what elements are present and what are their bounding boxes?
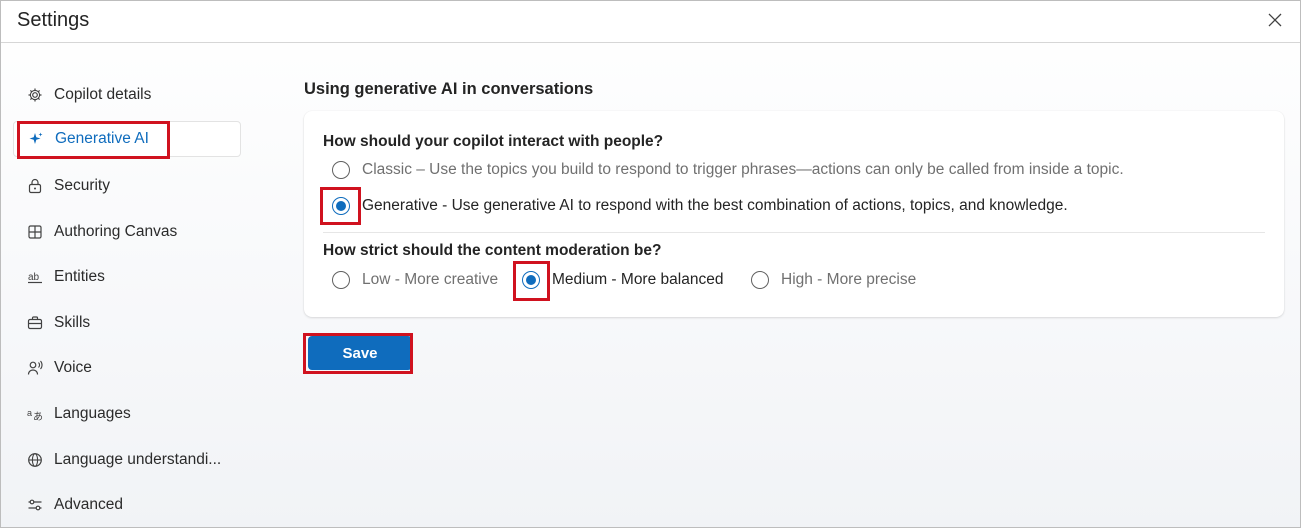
- sidebar-item-label: Skills: [54, 314, 91, 331]
- person-voice-icon: [27, 360, 43, 376]
- option-label: Generative - Use generative AI to respon…: [362, 197, 1068, 214]
- sidebar-item-authoring-canvas[interactable]: Authoring Canvas: [13, 214, 241, 250]
- radio-button[interactable]: [332, 197, 350, 215]
- option-label: High - More precise: [781, 271, 917, 288]
- radio-option-low[interactable]: Low - More creative: [332, 271, 498, 289]
- radio-button[interactable]: [751, 271, 769, 289]
- sidebar-item-generative-ai[interactable]: Generative AI: [13, 121, 241, 157]
- sidebar-item-language-understanding[interactable]: Language understandi...: [13, 442, 241, 478]
- sparkle-icon: [28, 131, 44, 147]
- sidebar-item-label: Advanced: [54, 496, 123, 513]
- radio-option-high[interactable]: High - More precise: [751, 271, 916, 289]
- sidebar-item-languages[interactable]: aあ Languages: [13, 396, 241, 432]
- settings-card: How should your copilot interact with pe…: [304, 111, 1284, 317]
- radio-button[interactable]: [332, 161, 350, 179]
- close-icon[interactable]: [1264, 9, 1286, 31]
- sidebar-item-entities[interactable]: ab Entities: [13, 259, 241, 295]
- radio-button[interactable]: [332, 271, 350, 289]
- translate-icon: aあ: [27, 406, 43, 422]
- globe-icon: [27, 452, 43, 468]
- svg-text:a: a: [27, 408, 32, 418]
- sidebar-item-label: Entities: [54, 268, 105, 285]
- sidebar-item-label: Authoring Canvas: [54, 223, 178, 240]
- moderation-question: How strict should the content moderation…: [323, 242, 662, 259]
- dialog-header: Settings: [1, 1, 1300, 43]
- dialog-title: Settings: [17, 9, 90, 31]
- option-label: Low - More creative: [362, 271, 499, 288]
- sidebar-item-security[interactable]: Security: [13, 168, 241, 204]
- sidebar-item-label: Copilot details: [54, 86, 152, 103]
- sliders-icon: [27, 497, 43, 513]
- grid-icon: [27, 224, 43, 240]
- radio-option-medium[interactable]: Medium - More balanced: [522, 271, 723, 289]
- main-content: Using generative AI in conversations How…: [304, 43, 1284, 527]
- lock-icon: [27, 178, 43, 194]
- gear-icon: [27, 87, 43, 103]
- sidebar-item-label: Languages: [54, 405, 131, 422]
- svg-text:あ: あ: [33, 411, 43, 422]
- sidebar-item-voice[interactable]: Voice: [13, 350, 241, 386]
- option-label: Medium - More balanced: [552, 271, 724, 288]
- sidebar-item-label: Voice: [54, 359, 92, 376]
- sidebar-item-label: Language understandi...: [54, 451, 222, 468]
- sidebar-item-skills[interactable]: Skills: [13, 305, 241, 341]
- section-title: Using generative AI in conversations: [304, 80, 594, 98]
- briefcase-icon: [27, 315, 43, 331]
- radio-option-generative[interactable]: Generative - Use generative AI to respon…: [332, 197, 1068, 215]
- text-ab-icon: ab: [27, 269, 43, 285]
- radio-option-classic[interactable]: Classic – Use the topics you build to re…: [332, 161, 1124, 179]
- option-label: Classic – Use the topics you build to re…: [362, 161, 1124, 178]
- sidebar-item-label: Security: [54, 177, 110, 194]
- divider: [323, 232, 1265, 233]
- settings-dialog: Settings Copilot details Generative AI S…: [0, 0, 1301, 528]
- settings-sidebar: Copilot details Generative AI Security A…: [1, 43, 261, 527]
- save-button[interactable]: Save: [308, 336, 412, 370]
- sidebar-item-copilot-details[interactable]: Copilot details: [13, 77, 241, 113]
- radio-button[interactable]: [522, 271, 540, 289]
- sidebar-item-label: Generative AI: [55, 130, 149, 147]
- interaction-question: How should your copilot interact with pe…: [323, 133, 664, 150]
- svg-text:ab: ab: [28, 272, 40, 283]
- sidebar-item-advanced[interactable]: Advanced: [13, 487, 241, 523]
